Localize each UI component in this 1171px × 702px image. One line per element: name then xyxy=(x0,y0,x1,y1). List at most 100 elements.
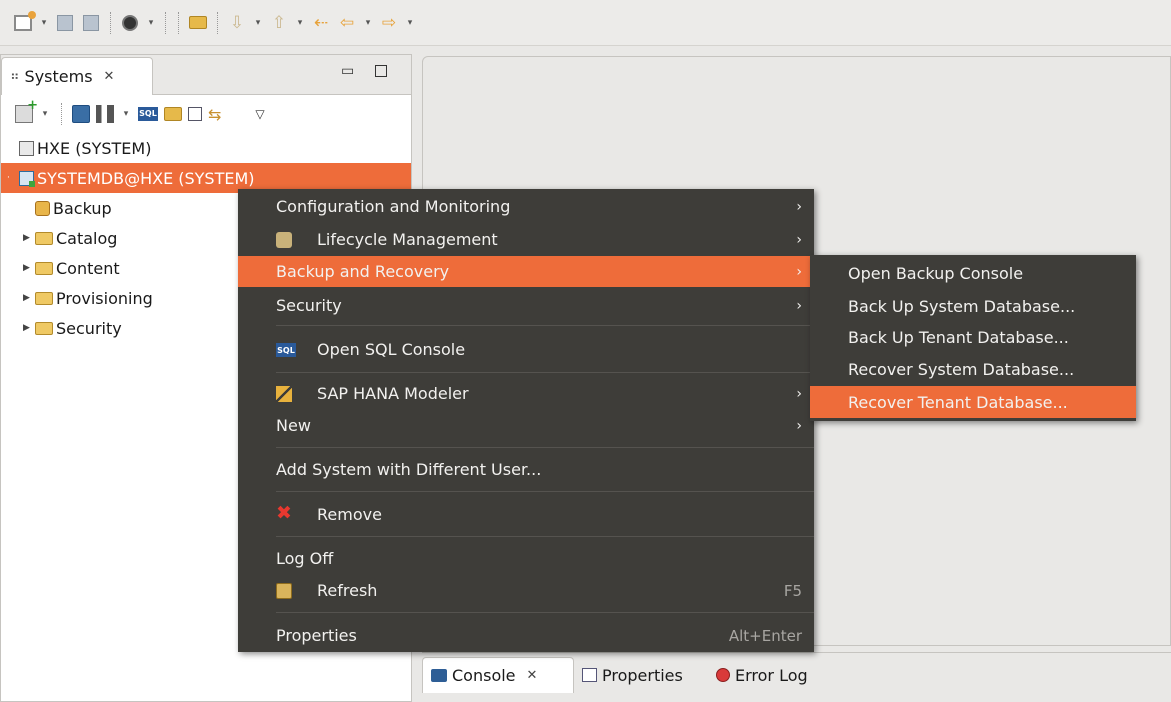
submenu-arrow-icon: › xyxy=(796,385,802,402)
context-menu: Configuration and Monitoring › Lifecycle… xyxy=(238,189,814,652)
save-all-icon[interactable] xyxy=(80,12,102,34)
submenu-arrow-icon: › xyxy=(796,297,802,314)
open-folder-icon[interactable] xyxy=(164,107,182,121)
tab-systems[interactable]: ⠶ Systems ✕ xyxy=(1,57,153,95)
menu-item-label: Recover System Database... xyxy=(848,359,1075,379)
toolbar-separator xyxy=(165,11,166,34)
new-icon[interactable] xyxy=(12,10,36,34)
add-system-dropdown-icon[interactable]: ▾ xyxy=(39,109,51,119)
database-icon xyxy=(19,140,34,156)
menu-item-label: Remove xyxy=(317,505,382,524)
link-with-editor-icon[interactable]: ⇆ xyxy=(208,105,221,124)
menu-item-open-sql-console[interactable]: SQL Open SQL Console xyxy=(238,334,814,365)
menu-separator xyxy=(276,491,814,492)
submenu-item-recover-system-database[interactable]: Recover System Database... xyxy=(810,353,1136,385)
open-folder-icon[interactable] xyxy=(187,12,209,34)
last-edit-location-icon[interactable]: ⇠ xyxy=(310,12,332,34)
systems-view-toolbar: ▾ ▾ SQL ⇆ ▽ xyxy=(1,95,411,133)
main-toolbar: ▾ ▾ ⇩ ▾ ⇧ ▾ ⇠ ⇦ ▾ ⇨ ▾ xyxy=(0,0,1171,46)
expand-twisty-icon[interactable]: · xyxy=(7,173,19,183)
menu-separator xyxy=(276,325,814,326)
shortcut-label: Alt+Enter xyxy=(728,626,802,645)
tree-item-label: SYSTEMDB@HXE (SYSTEM) xyxy=(37,168,255,188)
forward-icon[interactable]: ⇨ xyxy=(378,12,400,34)
systems-view-tabbar: ⠶ Systems ✕ ▭ xyxy=(1,55,411,95)
previous-annotation-icon[interactable]: ⇧ xyxy=(268,12,290,34)
next-annotation-icon[interactable]: ⇩ xyxy=(226,12,248,34)
maximize-icon[interactable] xyxy=(375,65,387,77)
user-icon[interactable] xyxy=(119,12,141,34)
expand-twisty-icon[interactable]: ▶ xyxy=(23,323,35,333)
tree-item-label: Content xyxy=(56,258,120,278)
menu-item-configuration-monitoring[interactable]: Configuration and Monitoring › xyxy=(238,191,814,222)
administration-console-icon[interactable] xyxy=(72,105,90,123)
menu-separator xyxy=(276,372,814,373)
tab-error-log-label: Error Log xyxy=(735,665,808,685)
systems-icon: ⠶ xyxy=(10,69,20,84)
submenu-item-back-up-system-database[interactable]: Back Up System Database... xyxy=(810,290,1136,322)
expand-twisty-icon[interactable]: ▶ xyxy=(23,293,35,303)
tree-item-label: Security xyxy=(56,318,122,338)
folder-icon xyxy=(35,291,53,305)
menu-item-label: Properties xyxy=(276,626,357,645)
bottom-tabbar: Console ✕ Properties Error Log xyxy=(422,652,1171,702)
toolbar-separator xyxy=(217,11,218,34)
menu-item-label: Open SQL Console xyxy=(317,340,466,359)
console-icon xyxy=(431,669,447,682)
expand-twisty-icon[interactable]: ▶ xyxy=(23,263,35,273)
modeler-icon xyxy=(276,386,292,402)
tab-console[interactable]: Console ✕ xyxy=(422,657,574,693)
back-dropdown-icon[interactable]: ▾ xyxy=(362,18,374,28)
menu-separator xyxy=(276,612,814,613)
close-icon[interactable]: ✕ xyxy=(527,668,538,683)
menu-item-refresh[interactable]: Refresh F5 xyxy=(238,575,814,606)
tree-item-label: Backup xyxy=(53,198,112,218)
tree-item-label: HXE (SYSTEM) xyxy=(37,138,152,158)
sql-console-icon[interactable]: SQL xyxy=(138,107,158,121)
error-log-icon xyxy=(716,668,730,682)
add-system-icon[interactable] xyxy=(15,98,38,123)
backup-recovery-submenu: Open Backup Console Back Up System Datab… xyxy=(810,255,1136,421)
submenu-item-open-backup-console[interactable]: Open Backup Console xyxy=(810,257,1136,289)
sql-console-icon: SQL xyxy=(276,343,296,357)
forward-dropdown-icon[interactable]: ▾ xyxy=(404,18,416,28)
backup-icon xyxy=(35,200,50,216)
menu-item-new[interactable]: New › xyxy=(238,410,814,441)
configuration-tools-dropdown-icon[interactable]: ▾ xyxy=(120,109,132,119)
menu-item-remove[interactable]: ✖ Remove xyxy=(238,499,814,530)
tab-error-log[interactable]: Error Log xyxy=(708,657,816,693)
expand-twisty-icon[interactable]: ▶ xyxy=(23,233,35,243)
submenu-arrow-icon: › xyxy=(796,417,802,434)
menu-item-security[interactable]: Security › xyxy=(238,290,814,321)
menu-item-sap-hana-modeler[interactable]: SAP HANA Modeler › xyxy=(238,378,814,409)
tab-console-label: Console xyxy=(452,666,516,685)
minimize-icon[interactable]: ▭ xyxy=(341,63,354,79)
lifecycle-icon xyxy=(276,232,292,248)
menu-item-backup-recovery[interactable]: Backup and Recovery › xyxy=(238,256,814,287)
tree-item-label: Provisioning xyxy=(56,288,153,308)
close-icon[interactable]: ✕ xyxy=(104,69,115,84)
collapse-all-icon[interactable] xyxy=(188,107,202,121)
menu-item-label: Backup and Recovery xyxy=(276,262,450,281)
submenu-item-back-up-tenant-database[interactable]: Back Up Tenant Database... xyxy=(810,321,1136,353)
toolbar-separator xyxy=(61,103,62,125)
previous-annotation-dropdown-icon[interactable]: ▾ xyxy=(294,18,306,28)
menu-item-log-off[interactable]: Log Off xyxy=(238,543,814,574)
tab-systems-label: Systems xyxy=(24,67,93,86)
next-annotation-dropdown-icon[interactable]: ▾ xyxy=(252,18,264,28)
menu-item-properties[interactable]: Properties Alt+Enter xyxy=(238,620,814,651)
menu-item-lifecycle-management[interactable]: Lifecycle Management › xyxy=(238,224,814,255)
submenu-item-recover-tenant-database[interactable]: Recover Tenant Database... xyxy=(810,386,1136,418)
toolbar-separator xyxy=(110,11,111,34)
menu-separator xyxy=(276,536,814,537)
new-dropdown-icon[interactable]: ▾ xyxy=(38,18,50,28)
back-icon[interactable]: ⇦ xyxy=(336,12,358,34)
menu-item-add-system-different-user[interactable]: Add System with Different User... xyxy=(238,454,814,485)
view-menu-icon[interactable]: ▽ xyxy=(255,107,264,121)
tree-item-hxe-system[interactable]: HXE (SYSTEM) xyxy=(1,133,411,163)
save-icon[interactable] xyxy=(54,12,76,34)
tab-properties[interactable]: Properties xyxy=(574,657,691,693)
submenu-arrow-icon: › xyxy=(796,198,802,215)
user-dropdown-icon[interactable]: ▾ xyxy=(145,18,157,28)
configuration-tools-icon[interactable] xyxy=(96,105,114,123)
